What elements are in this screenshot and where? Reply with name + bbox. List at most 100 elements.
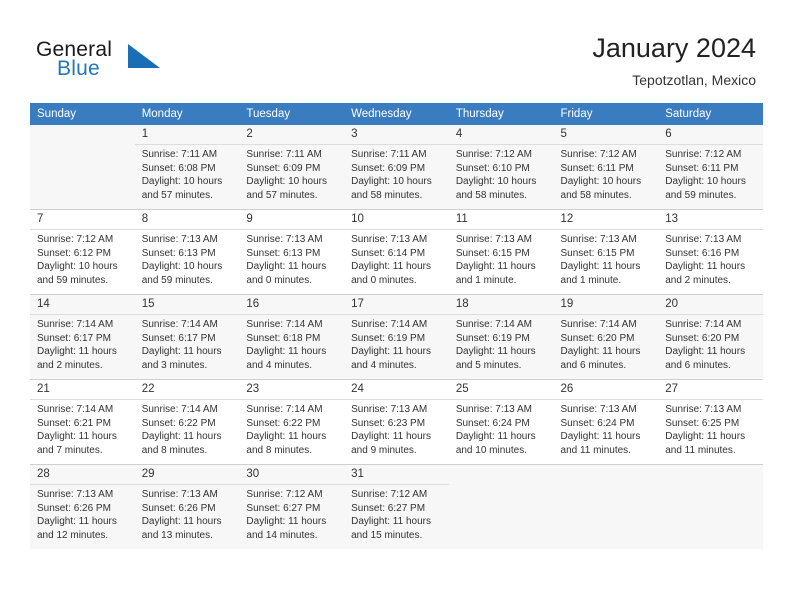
day-info-line: Sunrise: 7:13 AM — [560, 404, 637, 415]
calendar-day-cell[interactable]: 1 Sunrise: 7:11 AM Sunset: 6:08 PM Daylight… — [134, 125, 240, 210]
day-number: 6 — [665, 128, 672, 140]
day-info-line: and 59 minutes. — [141, 274, 213, 286]
day-cell-content: 10 Sunrise: 7:13 AM Sunset: 6:14 PM Dayligh… — [344, 210, 449, 294]
calendar-day-cell[interactable]: 26 Sunrise: 7:13 AM Sunset: 6:24 PM Dayligh… — [553, 379, 659, 465]
calendar-day-cell[interactable]: 24 Sunrise: 7:13 AM Sunset: 6:23 PM Dayligh… — [344, 379, 449, 465]
calendar-empty-cell — [553, 464, 659, 549]
day-info-line: and 0 minutes. — [351, 274, 417, 286]
calendar-day-cell[interactable]: 23 Sunrise: 7:14 AM Sunset: 6:22 PM Dayligh… — [239, 379, 345, 465]
day-cell-content: 16 Sunrise: 7:14 AM Sunset: 6:18 PM Dayligh… — [239, 295, 345, 379]
calendar-day-cell[interactable]: 19 Sunrise: 7:14 AM Sunset: 6:20 PM Dayligh… — [553, 294, 659, 380]
day-info-line: Sunrise: 7:13 AM — [665, 234, 742, 245]
day-info-line: Sunrise: 7:12 AM — [351, 489, 428, 500]
calendar-day-cell[interactable]: 16 Sunrise: 7:14 AM Sunset: 6:18 PM Dayligh… — [239, 294, 345, 380]
day-cell-content: 27 Sunrise: 7:13 AM Sunset: 6:25 PM Dayligh… — [658, 380, 763, 464]
day-info-line: and 58 minutes. — [351, 189, 423, 201]
day-info-line: Sunrise: 7:11 AM — [141, 149, 218, 160]
weekday-header-tuesday: Tuesday — [239, 103, 345, 125]
calendar-day-cell[interactable]: 6 Sunrise: 7:12 AM Sunset: 6:11 PM Daylight… — [658, 125, 763, 210]
day-sun-info: Sunrise: 7:14 AM Sunset: 6:22 PM Daylight:… — [239, 399, 345, 457]
day-number: 9 — [246, 213, 253, 225]
calendar-day-cell[interactable]: 2 Sunrise: 7:11 AM Sunset: 6:09 PM Daylight… — [239, 125, 345, 210]
day-info-line: Sunset: 6:20 PM — [665, 332, 740, 344]
day-info-line: and 57 minutes. — [246, 189, 318, 201]
day-info-line: Daylight: 11 hours — [141, 431, 222, 443]
calendar-day-cell[interactable]: 5 Sunrise: 7:12 AM Sunset: 6:11 PM Daylight… — [553, 125, 659, 210]
day-cell-content: 7 Sunrise: 7:12 AM Sunset: 6:12 PM Daylight… — [30, 210, 135, 294]
day-info-line: Daylight: 10 hours — [141, 176, 223, 188]
weekday-header-row: Sunday Monday Tuesday Wednesday Thursday… — [30, 103, 763, 125]
day-number: 24 — [351, 383, 364, 395]
calendar-day-cell[interactable]: 3 Sunrise: 7:11 AM Sunset: 6:09 PM Daylight… — [344, 125, 449, 210]
calendar-day-cell[interactable]: 25 Sunrise: 7:13 AM Sunset: 6:24 PM Dayligh… — [448, 379, 554, 465]
day-info-line: Sunrise: 7:13 AM — [560, 234, 637, 245]
day-info-line: Daylight: 11 hours — [665, 431, 746, 443]
calendar-day-cell[interactable]: 21 Sunrise: 7:14 AM Sunset: 6:21 PM Dayligh… — [30, 379, 135, 465]
day-info-line: Sunset: 6:10 PM — [455, 162, 530, 174]
day-cell-content: 4 Sunrise: 7:12 AM Sunset: 6:10 PM Daylight… — [448, 125, 554, 209]
day-info-line: Sunset: 6:27 PM — [246, 502, 321, 514]
calendar-day-cell[interactable]: 27 Sunrise: 7:13 AM Sunset: 6:25 PM Dayligh… — [658, 379, 763, 465]
calendar-day-cell[interactable]: 7 Sunrise: 7:12 AM Sunset: 6:12 PM Daylight… — [30, 209, 135, 295]
day-info-line: Sunrise: 7:12 AM — [37, 234, 114, 245]
calendar-day-cell[interactable]: 18 Sunrise: 7:14 AM Sunset: 6:19 PM Dayligh… — [448, 294, 554, 380]
day-number: 17 — [351, 298, 364, 310]
day-cell-content: 5 Sunrise: 7:12 AM Sunset: 6:11 PM Daylight… — [553, 125, 659, 209]
calendar-day-cell[interactable]: 17 Sunrise: 7:14 AM Sunset: 6:19 PM Dayligh… — [344, 294, 449, 380]
day-info-line: Sunrise: 7:14 AM — [246, 319, 323, 330]
day-number: 19 — [560, 298, 574, 310]
day-info-line: Daylight: 11 hours — [351, 431, 431, 443]
calendar-day-cell[interactable]: 8 Sunrise: 7:13 AM Sunset: 6:13 PM Daylight… — [134, 209, 240, 295]
day-info-line: Sunrise: 7:13 AM — [665, 404, 742, 415]
day-info-line: Sunset: 6:16 PM — [665, 247, 740, 259]
calendar-page: General Blue January 2024 Tepotzotlan, M… — [0, 0, 792, 612]
calendar-day-cell[interactable]: 13 Sunrise: 7:13 AM Sunset: 6:16 PM Dayligh… — [658, 209, 763, 295]
page-subtitle: Tepotzotlan, Mexico — [632, 72, 756, 88]
triangle-logo-icon — [128, 44, 160, 73]
day-number: 4 — [455, 128, 463, 140]
day-sun-info: Sunrise: 7:14 AM Sunset: 6:20 PM Daylight:… — [553, 314, 659, 372]
day-cell-content: 23 Sunrise: 7:14 AM Sunset: 6:22 PM Dayligh… — [239, 380, 345, 464]
calendar-day-cell[interactable]: 10 Sunrise: 7:13 AM Sunset: 6:14 PM Dayligh… — [344, 209, 449, 295]
day-info-line: and 12 minutes. — [37, 529, 109, 541]
day-sun-info: Sunrise: 7:13 AM Sunset: 6:24 PM Daylight:… — [553, 399, 659, 457]
day-sun-info: Sunrise: 7:14 AM Sunset: 6:18 PM Daylight:… — [239, 314, 345, 372]
day-info-line: Sunrise: 7:12 AM — [665, 149, 742, 160]
calendar-day-cell[interactable]: 22 Sunrise: 7:14 AM Sunset: 6:22 PM Dayligh… — [134, 379, 240, 465]
day-sun-info — [449, 484, 554, 487]
day-sun-info: Sunrise: 7:13 AM Sunset: 6:14 PM Daylight:… — [344, 229, 449, 287]
calendar-day-cell[interactable]: 29 Sunrise: 7:13 AM Sunset: 6:26 PM Dayligh… — [134, 464, 240, 549]
day-number: 30 — [246, 468, 260, 480]
day-info-line: and 57 minutes. — [141, 189, 213, 201]
day-info-line: Sunset: 6:17 PM — [141, 332, 216, 344]
day-number: 14 — [37, 298, 50, 310]
calendar-day-cell[interactable]: 9 Sunrise: 7:13 AM Sunset: 6:13 PM Daylight… — [239, 209, 345, 295]
calendar-day-cell[interactable]: 11 Sunrise: 7:13 AM Sunset: 6:15 PM Dayligh… — [448, 209, 554, 295]
calendar-day-cell[interactable]: 14 Sunrise: 7:14 AM Sunset: 6:17 PM Dayligh… — [30, 294, 135, 380]
day-number — [658, 465, 763, 484]
day-sun-info: Sunrise: 7:14 AM Sunset: 6:17 PM Daylight:… — [30, 314, 135, 372]
day-info-line: and 8 minutes. — [246, 444, 313, 456]
day-number: 22 — [141, 383, 155, 395]
day-cell-content: 14 Sunrise: 7:14 AM Sunset: 6:17 PM Dayligh… — [30, 295, 135, 379]
day-info-line: Sunrise: 7:14 AM — [37, 404, 114, 415]
day-info-line: Daylight: 11 hours — [665, 346, 746, 358]
calendar-day-cell[interactable]: 30 Sunrise: 7:12 AM Sunset: 6:27 PM Dayligh… — [239, 464, 345, 549]
day-cell-content: 22 Sunrise: 7:14 AM Sunset: 6:22 PM Dayligh… — [134, 380, 240, 464]
calendar-day-cell[interactable]: 31 Sunrise: 7:12 AM Sunset: 6:27 PM Dayligh… — [344, 464, 449, 549]
calendar-day-cell[interactable]: 12 Sunrise: 7:13 AM Sunset: 6:15 PM Dayligh… — [553, 209, 659, 295]
day-info-line: Sunrise: 7:13 AM — [351, 234, 428, 245]
day-cell-content: 17 Sunrise: 7:14 AM Sunset: 6:19 PM Dayligh… — [344, 295, 449, 379]
calendar-day-cell[interactable]: 4 Sunrise: 7:12 AM Sunset: 6:10 PM Daylight… — [448, 125, 554, 210]
day-cell-content: 6 Sunrise: 7:12 AM Sunset: 6:11 PM Daylight… — [658, 125, 763, 209]
day-info-line: and 1 minute. — [455, 274, 517, 286]
day-sun-info: Sunrise: 7:12 AM Sunset: 6:10 PM Daylight:… — [448, 144, 554, 202]
calendar-week-row: 28 Sunrise: 7:13 AM Sunset: 6:26 PM Dayligh… — [30, 464, 763, 549]
calendar-day-cell[interactable]: 20 Sunrise: 7:14 AM Sunset: 6:20 PM Dayligh… — [658, 294, 763, 380]
day-number: 23 — [246, 383, 260, 395]
day-info-line: and 58 minutes. — [560, 189, 632, 201]
calendar-day-cell[interactable]: 28 Sunrise: 7:13 AM Sunset: 6:26 PM Dayligh… — [30, 464, 135, 549]
brand-logo[interactable]: General Blue — [36, 38, 236, 88]
calendar-day-cell[interactable]: 15 Sunrise: 7:14 AM Sunset: 6:17 PM Dayligh… — [134, 294, 240, 380]
day-cell-content: 15 Sunrise: 7:14 AM Sunset: 6:17 PM Dayligh… — [134, 295, 240, 379]
